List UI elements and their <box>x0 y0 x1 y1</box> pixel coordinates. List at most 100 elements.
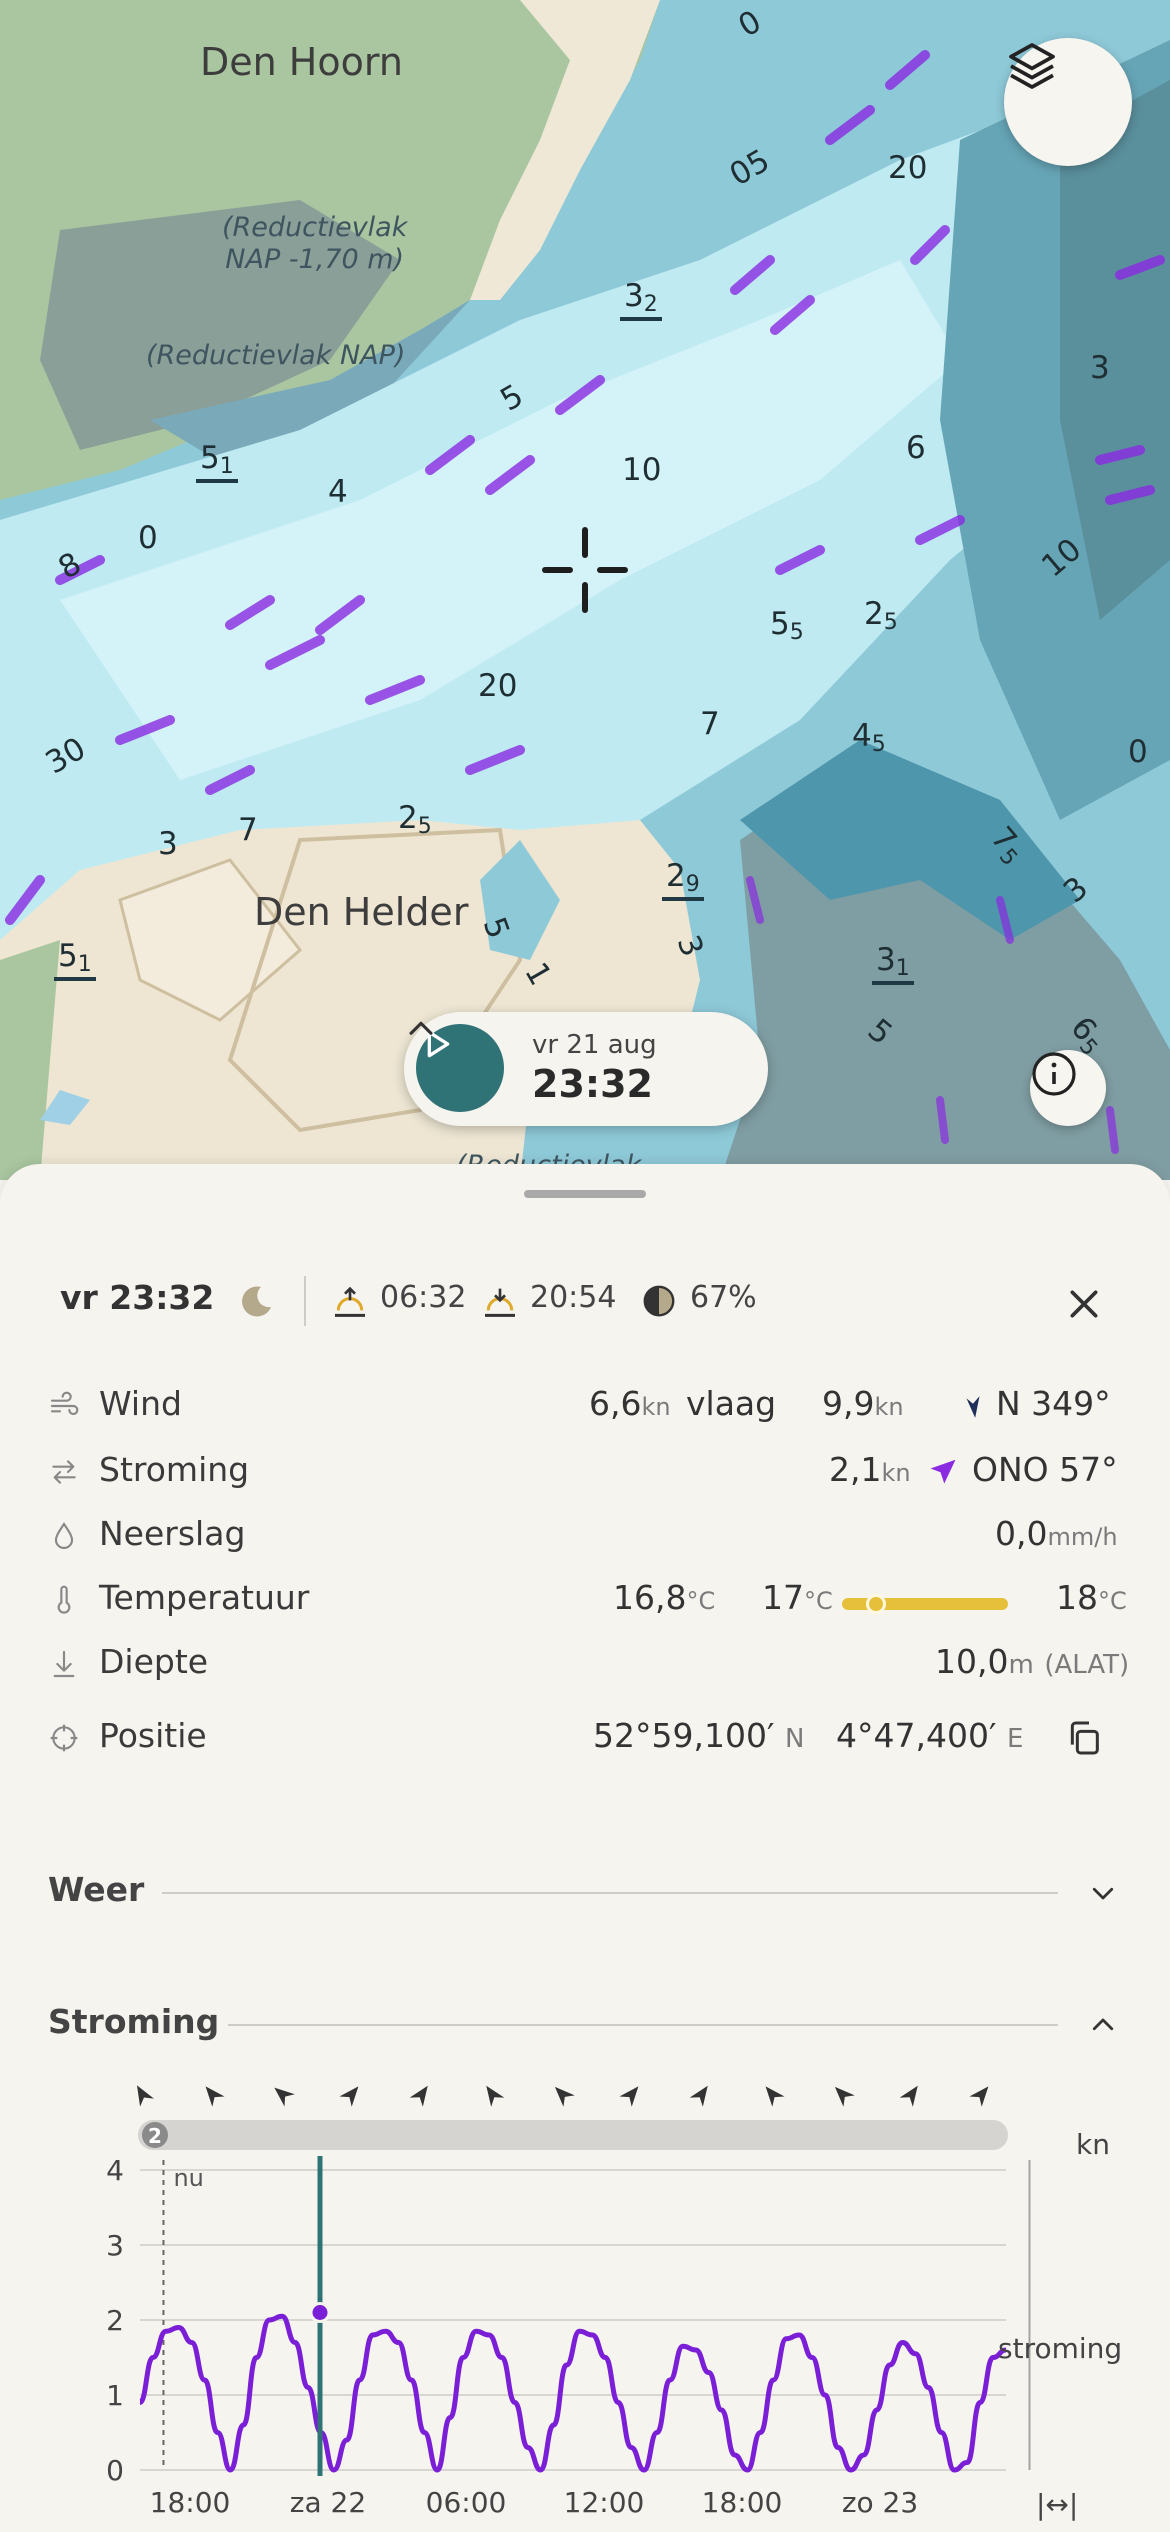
sunrise-time: 06:32 <box>380 1280 467 1315</box>
map-canvas <box>0 0 1170 1180</box>
current-direction: ONO 57° <box>972 1450 1118 1489</box>
current-range-value: 2 <box>148 2124 162 2148</box>
detail-row-current: Stroming 2,1kn ONO 57° <box>0 1444 1170 1498</box>
moon-phase-icon <box>643 1285 675 1317</box>
time-selector[interactable]: vr 21 aug 23:32 <box>404 1012 768 1126</box>
current-chart-canvas: 2 kn 0 1 2 3 4 18:00 za 22 06:00 12:00 18:00 zo 23 nu… <box>106 2085 1122 2521</box>
depth-sounding: 32 <box>620 278 662 321</box>
wind-speed: 6,6kn <box>589 1384 671 1423</box>
x-tick-label: za 22 <box>290 2486 366 2519</box>
temperature-value: 16,8°C <box>613 1578 716 1617</box>
selected-point <box>309 2302 331 2323</box>
chart-map[interactable]: Den Hoorn Den Helder (Reductievlak NAP -… <box>0 0 1170 1180</box>
zoom-icon: |↔| <box>1036 2488 1078 2521</box>
wind-icon <box>50 1391 79 1416</box>
current-direction-arrow-icon <box>969 2086 989 2107</box>
current-direction-arrow-icon <box>274 2087 295 2107</box>
x-tick-label: 12:00 <box>564 2486 645 2519</box>
wind-direction-arrow-icon <box>966 1396 980 1418</box>
now-label: nu <box>173 2164 203 2192</box>
reduction-label: (Reductievlak NAP -1,70 m) <box>222 212 408 275</box>
x-tick-label: zo 23 <box>842 2486 918 2519</box>
detail-row-temperature: Temperatuur 16,8°C 17°C 18°C <box>0 1572 1170 1626</box>
chevron-down-icon[interactable] <box>1088 1878 1118 1908</box>
selected-time: 23:32 <box>532 1062 653 1106</box>
depth-sounding: 0 <box>1128 734 1148 770</box>
precipitation-label: Neerslag <box>99 1514 246 1553</box>
depth-sounding: 51 <box>54 938 96 981</box>
depth-sounding: 10 <box>622 452 662 488</box>
position-latitude: 52°59,100′ N <box>593 1716 805 1755</box>
current-direction-arrow-icon <box>689 2085 708 2107</box>
precipitation-value: 0,0mm/h <box>995 1514 1118 1553</box>
close-icon[interactable] <box>1064 1284 1104 1324</box>
current-direction-arrow-icon <box>765 2086 785 2107</box>
divider <box>162 1892 1058 1894</box>
temperature-label: Temperatuur <box>99 1578 310 1617</box>
depth-sounding: 25 <box>398 800 432 839</box>
summary-time: vr 23:32 <box>60 1278 215 1317</box>
detail-row-precipitation: Neerslag 0,0mm/h <box>0 1508 1170 1562</box>
depth-sounding: 3 <box>158 826 178 862</box>
depth-sounding: 0 <box>138 520 158 556</box>
current-series-line <box>137 2313 1007 2473</box>
section-current-title: Stroming <box>48 2002 220 2041</box>
current-direction-arrow-icon <box>930 1459 956 1484</box>
detail-row-wind: Wind 6,6kn vlaag 9,9kn N 349° <box>0 1378 1170 1432</box>
info-button[interactable] <box>1030 1050 1106 1126</box>
y-axis-unit: kn <box>1076 2128 1110 2161</box>
x-tick-label: 18:00 <box>702 2486 783 2519</box>
current-icon <box>52 1460 76 1484</box>
current-speed: 2,1kn <box>829 1450 911 1489</box>
current-label: Stroming <box>99 1450 250 1489</box>
selected-date: vr 21 aug <box>532 1030 657 1060</box>
summary-row: vr 23:32 06:32 20:54 67% <box>0 1268 1170 1338</box>
layers-icon <box>1009 43 1055 89</box>
current-direction-arrow-icon <box>137 2085 154 2107</box>
thermometer-icon <box>57 1585 71 1614</box>
depth-sounding: 51 <box>196 440 238 483</box>
y-tick-label: 4 <box>106 2154 124 2187</box>
sheet-grabber[interactable] <box>524 1190 646 1198</box>
temperature-current-marker <box>866 1594 886 1614</box>
sunrise-icon <box>335 1286 365 1317</box>
y-tick-label: 0 <box>106 2454 124 2487</box>
depth-sounding: 6 <box>906 430 926 466</box>
depth-sounding: 7 <box>238 812 258 848</box>
depth-sounding: 20 <box>888 150 928 186</box>
info-icon <box>1032 1052 1076 1096</box>
temperature-max: 18°C <box>1056 1578 1127 1617</box>
chevron-up-icon[interactable] <box>404 1012 438 1046</box>
copy-icon[interactable] <box>1064 1718 1104 1758</box>
depth-sounding: 25 <box>864 596 898 635</box>
layers-button[interactable] <box>1004 38 1132 166</box>
section-weather[interactable]: Weer <box>0 1862 1170 1922</box>
current-direction-arrow-icon <box>899 2085 918 2107</box>
current-direction-arrow-icon <box>409 2085 428 2107</box>
chevron-up-icon[interactable] <box>1088 2010 1118 2040</box>
divider <box>304 1276 306 1326</box>
wind-direction: N 349° <box>996 1384 1111 1423</box>
sunset-time: 20:54 <box>530 1280 617 1315</box>
current-direction-arrow-icon <box>339 2086 359 2107</box>
wind-gust: 9,9kn <box>822 1384 904 1423</box>
wind-label: Wind <box>99 1384 182 1423</box>
reduction-label: (Reductievlak NAP) <box>146 340 406 371</box>
detail-row-position: Positie 52°59,100′ N 4°47,400′ E <box>0 1710 1170 1764</box>
section-current[interactable]: Stroming <box>0 1994 1170 2054</box>
position-longitude: 4°47,400′ E <box>836 1716 1024 1755</box>
x-tick-label: 06:00 <box>426 2486 507 2519</box>
y-tick-label: 1 <box>106 2379 124 2412</box>
droplet-icon <box>54 1522 74 1549</box>
current-chart[interactable]: 2 kn 0 1 2 3 4 18:00 za 22 06:00 12:00 18:00 zo 23 nu… <box>0 2070 1170 2532</box>
current-direction-arrow-icon <box>554 2086 575 2107</box>
moon-illumination: 67% <box>690 1280 757 1315</box>
temperature-min: 17°C <box>762 1578 833 1617</box>
depth-sounding: 4 <box>328 474 348 510</box>
depth-sounding: 45 <box>852 718 886 757</box>
current-direction-arrow-icon <box>486 2085 505 2107</box>
detail-row-depth: Diepte 10,0m (ALAT) <box>0 1636 1170 1690</box>
depth-label: Diepte <box>99 1642 209 1681</box>
x-tick-label: 18:00 <box>150 2486 231 2519</box>
series-label: stroming <box>998 2332 1122 2365</box>
